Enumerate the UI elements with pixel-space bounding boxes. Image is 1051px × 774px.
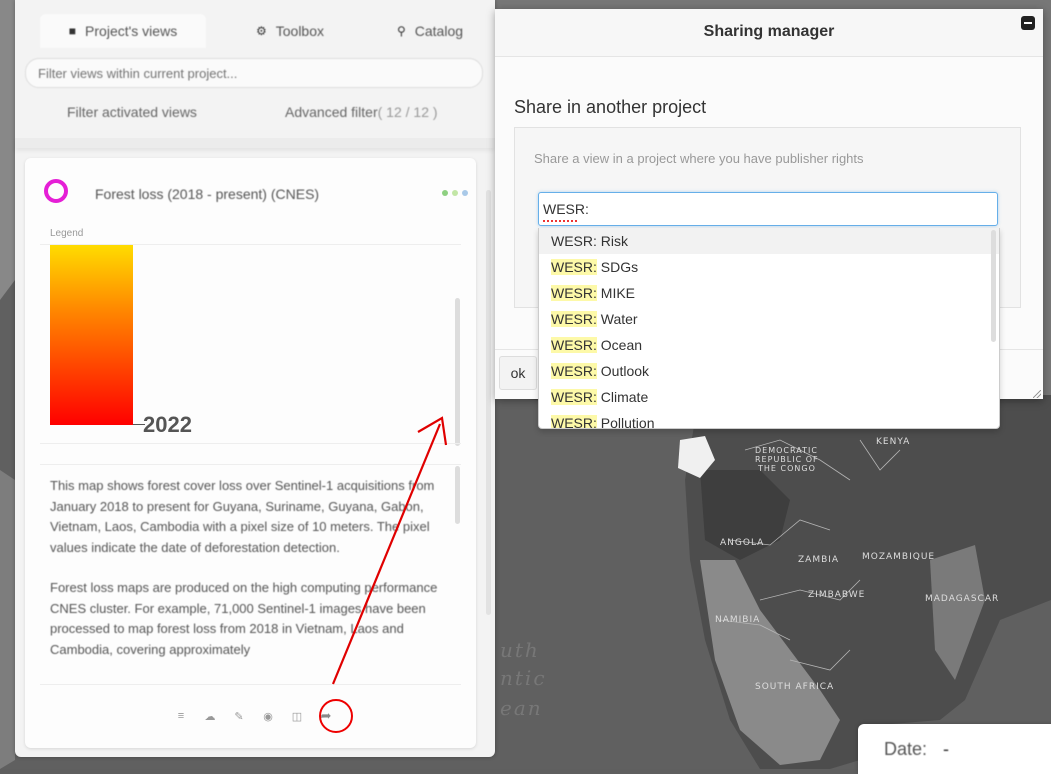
view-color-ring-icon xyxy=(44,179,68,203)
tab-label: Toolbox xyxy=(275,23,325,39)
tab-toolbox[interactable]: ⚙ Toolbox xyxy=(230,14,350,48)
gear-icon: ⚙ xyxy=(255,24,267,38)
option-text: Risk xyxy=(596,233,629,249)
option-match-highlight: WESR: xyxy=(551,415,597,429)
description-scrollbar[interactable] xyxy=(455,466,460,524)
panel-tabs: ■ Project's views ⚙ Toolbox ⚲ Catalog xyxy=(15,0,495,48)
palette-icon[interactable]: ◉ xyxy=(262,710,274,723)
filter-activated-views-button[interactable]: Filter activated views xyxy=(67,104,197,120)
tab-label: Project's views xyxy=(85,23,178,39)
panel-scrollbar[interactable] xyxy=(486,190,491,615)
dropdown-option[interactable]: WESR: SDGs xyxy=(539,254,999,280)
minimize-icon[interactable] xyxy=(1021,16,1035,30)
option-match-highlight: WESR: xyxy=(551,311,597,327)
date-widget: Date: - xyxy=(858,724,1051,774)
description-bottom-divider xyxy=(40,684,461,685)
option-text: Ocean xyxy=(596,337,643,353)
legend-color-ramp xyxy=(50,245,133,425)
project-autocomplete-dropdown: WESR: Risk WESR: SDGs WESR: MIKE WESR: W… xyxy=(538,228,1000,429)
search-icon: ⚲ xyxy=(396,24,406,38)
map-label-drc-1: DEMOCRATIC xyxy=(755,446,818,455)
resize-handle-icon[interactable] xyxy=(1033,390,1041,398)
folder-icon: ■ xyxy=(68,24,77,38)
map-label-drc-3: THE CONGO xyxy=(758,464,816,473)
option-match-highlight: WESR: xyxy=(551,389,597,405)
ocean-label-2: ntic xyxy=(500,666,547,690)
option-text: Water xyxy=(596,311,638,327)
ocean-label-3: ean xyxy=(500,696,543,720)
status-check-icon xyxy=(452,190,458,196)
modal-title: Sharing manager xyxy=(703,23,835,40)
dropdown-option[interactable]: WESR: Water xyxy=(539,306,999,332)
dropdown-option[interactable]: WESR: Pollution xyxy=(539,410,999,429)
views-panel: ■ Project's views ⚙ Toolbox ⚲ Catalog Fi… xyxy=(15,0,495,757)
option-text: SDGs xyxy=(596,259,639,275)
status-info-icon xyxy=(462,190,468,196)
map-label-south-africa: SOUTH AFRICA xyxy=(755,682,835,692)
legend-bottom-divider xyxy=(40,443,461,444)
legend-year-label: 2022 xyxy=(143,412,192,437)
view-title[interactable]: Forest loss (2018 - present) (CNES) xyxy=(95,186,319,202)
description-paragraph: Forest loss maps are produced on the hig… xyxy=(50,580,438,657)
section-title: Share in another project xyxy=(514,97,707,117)
date-label: Date: xyxy=(884,739,928,759)
trash-icon[interactable]: ◫ xyxy=(291,710,303,723)
option-text: MIKE xyxy=(596,285,636,301)
view-status-indicators xyxy=(442,190,468,196)
advanced-filter-button[interactable]: Advanced filter( 12 / 12 ) xyxy=(285,104,438,120)
map-label-mozambique: MOZAMBIQUE xyxy=(862,552,936,562)
map-label-namibia: NAMIBIA xyxy=(715,615,761,625)
legend-scrollbar[interactable] xyxy=(455,298,460,446)
tab-projects-views[interactable]: ■ Project's views xyxy=(40,14,206,48)
date-value: - xyxy=(943,739,949,759)
project-search-input[interactable] xyxy=(538,192,998,226)
dropdown-option[interactable]: WESR: MIKE xyxy=(539,280,999,306)
option-match-highlight: WESR: xyxy=(551,363,597,379)
filter-activated-label: Filter activated views xyxy=(67,104,197,120)
option-match-highlight: WESR: xyxy=(551,337,597,353)
view-card: Forest loss (2018 - present) (CNES) Lege… xyxy=(25,158,476,748)
map-label-angola: ANGOLA xyxy=(720,538,765,548)
ok-button[interactable]: ok xyxy=(499,356,537,390)
dropdown-option[interactable]: WESR: Outlook xyxy=(539,358,999,384)
view-description: This map shows forest cover loss over Se… xyxy=(50,476,450,676)
option-match-highlight: WESR: xyxy=(551,259,597,275)
description-divider xyxy=(40,464,461,465)
spellcheck-underline xyxy=(543,220,577,222)
map-label-drc-2: REPUBLIC OF xyxy=(755,455,819,464)
tab-label: Catalog xyxy=(414,23,464,39)
advanced-filter-count: ( 12 / 12 ) xyxy=(377,104,438,120)
sliders-icon[interactable]: ≡ xyxy=(175,710,187,722)
map-label-kenya: KENYA xyxy=(876,437,911,447)
option-prefix: WESR: xyxy=(551,233,597,249)
share-button-highlight xyxy=(319,699,353,733)
map-label-madagascar: MADAGASCAR xyxy=(925,594,1000,604)
modal-header[interactable]: Sharing manager xyxy=(495,9,1043,57)
legend-label: Legend xyxy=(50,228,84,239)
share-hint: Share a view in a project where you have… xyxy=(534,151,864,166)
description-paragraph: This map shows forest cover loss over Se… xyxy=(50,478,435,555)
map-label-zambia: ZAMBIA xyxy=(798,555,840,565)
map-label-zimbabwe: ZIMBABWE xyxy=(808,590,866,600)
dropdown-option[interactable]: WESR: Ocean xyxy=(539,332,999,358)
cloud-icon[interactable]: ☁ xyxy=(204,710,216,723)
pencil-icon[interactable]: ✎ xyxy=(233,710,245,723)
view-toolbar: ≡ ☁ ✎ ◉ ◫ ➦ xyxy=(175,708,332,724)
option-text: Pollution xyxy=(596,415,655,429)
option-text: Outlook xyxy=(596,363,650,379)
panel-divider xyxy=(15,138,495,148)
advanced-filter-label: Advanced filter xyxy=(285,104,378,120)
option-text: Climate xyxy=(596,389,649,405)
ocean-label-1: uth xyxy=(500,638,540,662)
tab-catalog[interactable]: ⚲ Catalog xyxy=(375,14,485,48)
status-dot-icon xyxy=(442,190,448,196)
dropdown-option[interactable]: WESR: Risk xyxy=(539,228,999,254)
option-match-highlight: WESR: xyxy=(551,285,597,301)
dropdown-option[interactable]: WESR: Climate xyxy=(539,384,999,410)
filter-views-input[interactable] xyxy=(25,58,483,88)
dropdown-scrollbar[interactable] xyxy=(991,230,996,342)
